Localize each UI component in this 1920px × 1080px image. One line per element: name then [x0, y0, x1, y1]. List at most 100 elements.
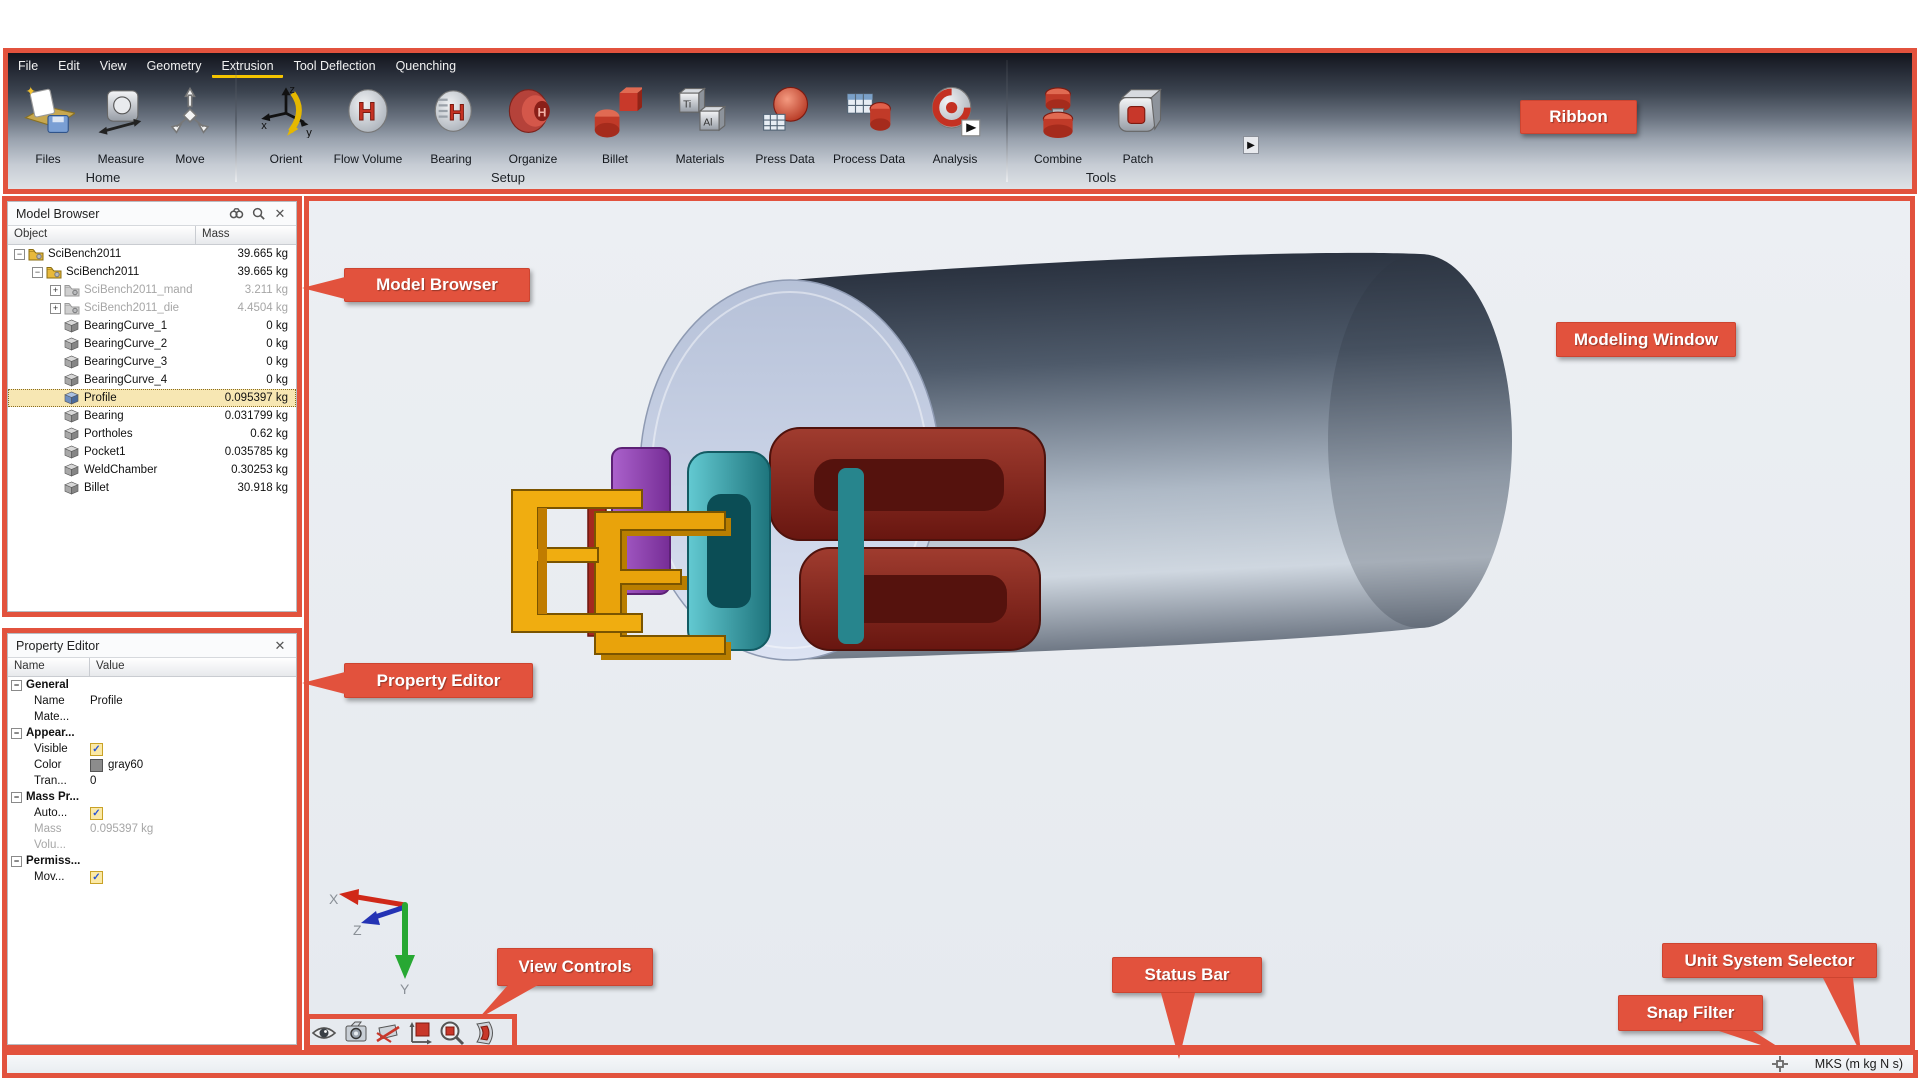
tree-item-name: Profile — [84, 392, 117, 404]
property-row-mass: Mass0.095397 kg — [8, 821, 296, 837]
tree-row-bearingcurve-4[interactable]: BearingCurve_40 kg — [8, 371, 296, 389]
property-value[interactable]: Profile — [90, 695, 123, 707]
ribbon-group-label-home: Home — [43, 170, 163, 185]
tree-item-mass: 39.665 kg — [237, 248, 288, 260]
callout-snap-filter: Snap Filter — [1618, 995, 1763, 1031]
property-row-general[interactable]: −General — [8, 677, 296, 693]
combine-icon — [1031, 84, 1085, 138]
property-row-volu: Volu... — [8, 837, 296, 853]
collapse-icon[interactable]: − — [11, 856, 22, 867]
tree-row-profile[interactable]: Profile0.095397 kg — [8, 389, 296, 407]
property-row-auto: Auto...✓ — [8, 805, 296, 821]
tree-row-scibench2011[interactable]: −SciBench201139.665 kg — [8, 263, 296, 281]
tree-row-bearingcurve-3[interactable]: BearingCurve_30 kg — [8, 353, 296, 371]
collapse-icon[interactable]: − — [11, 792, 22, 803]
menu-item-edit[interactable]: Edit — [49, 56, 89, 78]
view-orientation-icon[interactable] — [374, 1020, 402, 1046]
color-swatch[interactable] — [90, 759, 103, 772]
assembly-folder-icon — [64, 283, 80, 298]
close-icon[interactable]: ✕ — [272, 638, 288, 654]
collapse-icon[interactable]: − — [11, 680, 22, 691]
ribbon-button-label: Billet — [572, 152, 658, 166]
ribbon-button-materials[interactable]: TiAl Materials — [657, 82, 743, 186]
property-row-name: Name Profile — [8, 693, 296, 709]
ribbon-button-label: Bearing — [408, 152, 494, 166]
tree-row-portholes[interactable]: Portholes0.62 kg — [8, 425, 296, 443]
triad-x-label: X — [329, 891, 339, 907]
menu-item-geometry[interactable]: Geometry — [138, 56, 211, 78]
property-row-permiss[interactable]: −Permiss... — [8, 853, 296, 869]
ribbon-button-orient[interactable]: xyz Orient — [243, 82, 329, 186]
tree-item-mass: 0.031799 kg — [225, 410, 288, 422]
tree-row-scibench2011[interactable]: −SciBench201139.665 kg — [8, 245, 296, 263]
zoom-box-icon[interactable] — [438, 1020, 466, 1046]
property-row-mass-pr[interactable]: −Mass Pr... — [8, 789, 296, 805]
ribbon-button-billet[interactable]: Billet — [572, 82, 658, 186]
menu-item-tool-deflection[interactable]: Tool Deflection — [285, 56, 385, 78]
collapse-icon[interactable]: − — [14, 249, 25, 260]
materials-icon: TiAl — [673, 84, 727, 138]
tree-row-pocket1[interactable]: Pocket10.035785 kg — [8, 443, 296, 461]
collapse-icon[interactable]: − — [32, 267, 43, 278]
part-cube-icon — [64, 427, 80, 442]
tree-row-scibench2011-mand[interactable]: +SciBench2011_mand3.211 kg — [8, 281, 296, 299]
ribbon-button-analysis[interactable]: Analysis — [912, 82, 998, 186]
ribbon-button-flow-volume[interactable]: H Flow Volume — [325, 82, 411, 186]
property-row-visible: Visible✓ — [8, 741, 296, 757]
perspective-icon[interactable] — [470, 1020, 498, 1046]
plane-axes-icon[interactable] — [406, 1020, 434, 1046]
snap-filter-icon[interactable] — [1771, 1055, 1789, 1073]
tree-row-bearingcurve-2[interactable]: BearingCurve_20 kg — [8, 335, 296, 353]
tree-row-bearing[interactable]: Bearing 0.031799 kg — [8, 407, 296, 425]
search-icon[interactable] — [250, 206, 266, 222]
die-housing[interactable] — [770, 428, 1045, 650]
ribbon-button-label: Combine — [1015, 152, 1101, 166]
expand-icon[interactable]: + — [50, 303, 61, 314]
ribbon-button-label: Orient — [243, 152, 329, 166]
menu-item-file[interactable]: File — [9, 56, 47, 78]
svg-text:H: H — [538, 106, 547, 120]
ribbon-button-process-data[interactable]: Process Data — [826, 82, 912, 186]
patch-icon — [1111, 84, 1165, 138]
visibility-eye-icon[interactable] — [310, 1020, 338, 1046]
billet-icon — [588, 84, 642, 138]
porthole-block-teal[interactable] — [688, 452, 770, 650]
property-row-appear[interactable]: −Appear... — [8, 725, 296, 741]
ribbon-button-press-data[interactable]: Press Data — [742, 82, 828, 186]
part-cube-icon — [64, 481, 80, 496]
checkbox-checked[interactable]: ✓ — [90, 743, 103, 756]
tree-row-weldchamber[interactable]: WeldChamber0.30253 kg — [8, 461, 296, 479]
tree-item-name: Bearing — [84, 410, 124, 422]
tree-row-billet[interactable]: Billet30.918 kg — [8, 479, 296, 497]
collapse-icon[interactable]: − — [11, 728, 22, 739]
camera-icon[interactable] — [342, 1020, 370, 1046]
view-triad: X Z Y — [329, 889, 415, 997]
tree-item-mass: 3.211 kg — [245, 284, 288, 296]
tree-item-mass: 4.4504 kg — [237, 302, 288, 314]
unit-system-selector[interactable]: MKS (m kg N s) — [1815, 1057, 1903, 1071]
part-cube-icon — [64, 373, 80, 388]
property-editor-title: Property Editor — [16, 639, 99, 653]
tree-item-name: BearingCurve_1 — [84, 320, 167, 332]
svg-text:✦: ✦ — [26, 84, 36, 98]
binoculars-icon[interactable] — [228, 206, 244, 222]
expand-icon[interactable]: + — [50, 285, 61, 296]
porthole-rear-teal[interactable] — [838, 468, 864, 644]
ribbon-group-label-tools: Tools — [1041, 170, 1161, 185]
tree-row-scibench2011-die[interactable]: +SciBench2011_die4.4504 kg — [8, 299, 296, 317]
property-name: Name — [34, 695, 65, 707]
tree-row-bearingcurve-1[interactable]: BearingCurve_10 kg — [8, 317, 296, 335]
checkbox-checked[interactable]: ✓ — [90, 807, 103, 820]
close-icon[interactable]: ✕ — [272, 206, 288, 222]
property-row-mov: Mov...✓ — [8, 869, 296, 885]
menu-item-extrusion[interactable]: Extrusion — [212, 56, 282, 78]
tree-item-mass: 39.665 kg — [237, 266, 288, 278]
model-browser-panel: Model Browser ✕ Object Mass −SciBench201… — [7, 201, 297, 612]
property-name: General — [26, 679, 69, 691]
expand-arrow-icon[interactable]: ▶ — [1243, 136, 1259, 154]
tree-item-name: Portholes — [84, 428, 133, 440]
menu-item-view[interactable]: View — [91, 56, 136, 78]
checkbox-checked[interactable]: ✓ — [90, 871, 103, 884]
organize-icon: H — [506, 84, 560, 138]
menu-item-quenching[interactable]: Quenching — [387, 56, 465, 78]
